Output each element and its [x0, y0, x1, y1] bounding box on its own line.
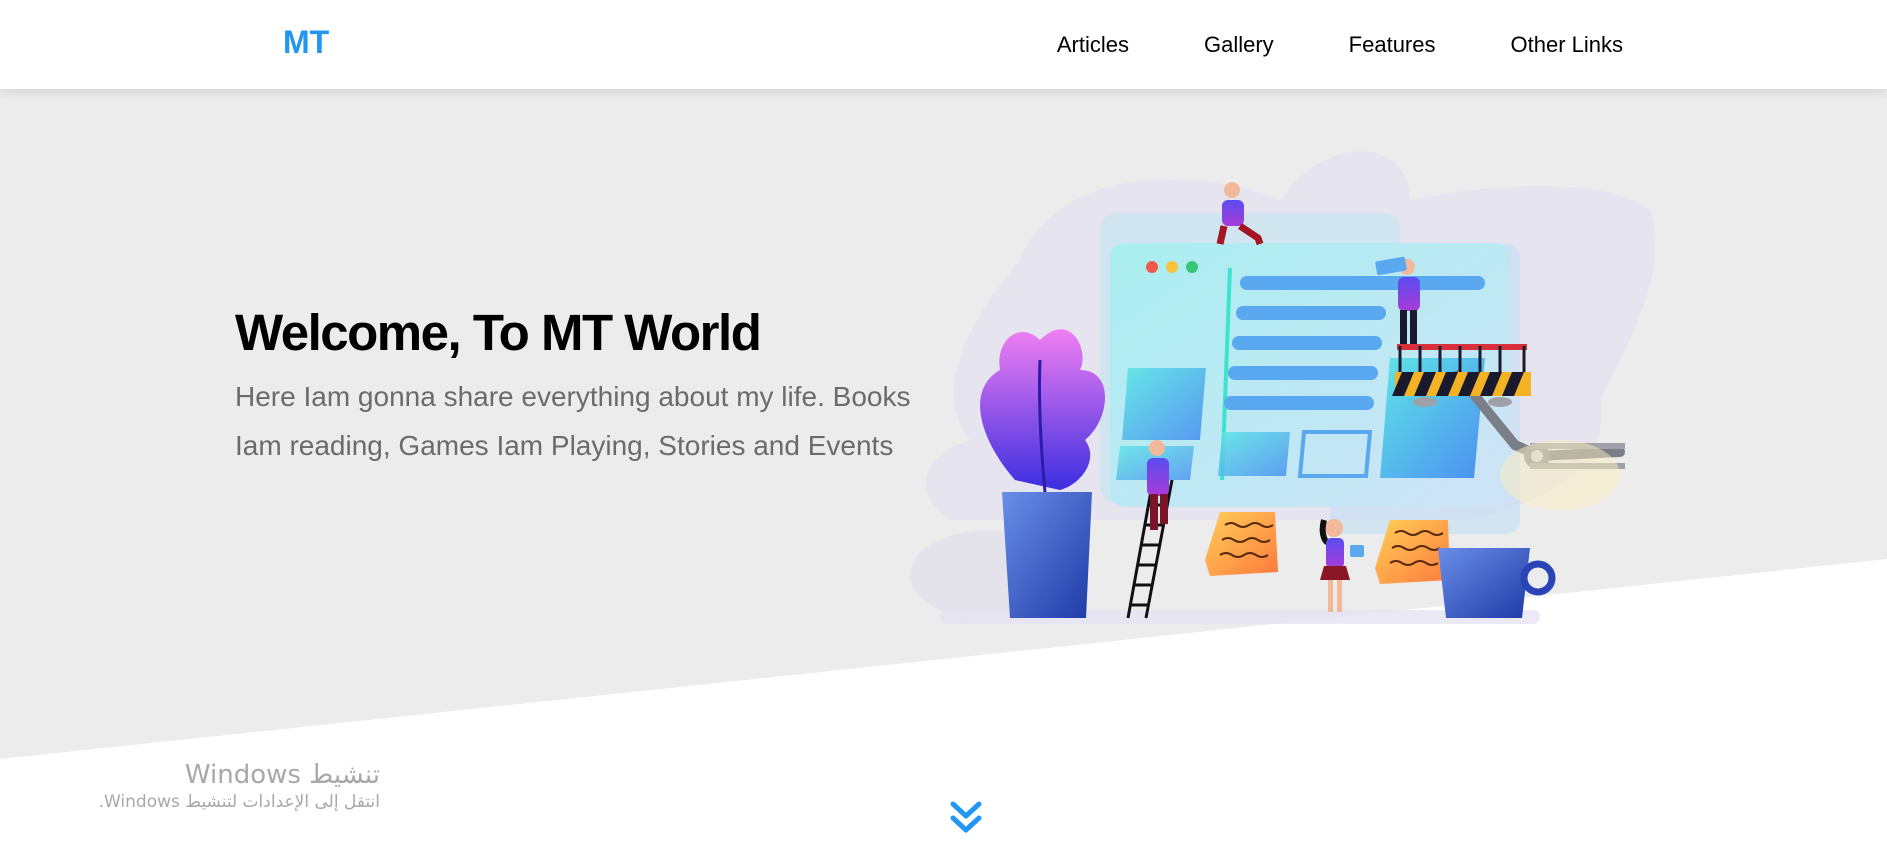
watermark-subtitle: انتقل إلى الإعدادات لتنشيط Windows. — [98, 792, 380, 812]
site-header: MT Articles Gallery Features Other Links — [0, 0, 1887, 89]
nav-articles[interactable]: Articles — [1057, 32, 1129, 58]
hero-content: Welcome, To MT World Here Iam gonna shar… — [235, 300, 935, 470]
web-development-team-illustration — [910, 151, 1656, 624]
logo[interactable]: MT — [283, 24, 329, 61]
hero-description: Here Iam gonna share everything about my… — [235, 381, 911, 461]
main-nav: Articles Gallery Features Other Links — [982, 0, 1623, 89]
nav-features[interactable]: Features — [1349, 32, 1436, 58]
hero-title: Welcome, To MT World — [235, 304, 762, 361]
scroll-down-button[interactable] — [949, 800, 983, 836]
windows-activation-watermark: تنشيط Windows انتقل إلى الإعدادات لتنشيط… — [90, 760, 380, 812]
double-chevron-down-icon — [950, 801, 982, 833]
watermark-title: تنشيط Windows — [184, 760, 380, 790]
nav-gallery[interactable]: Gallery — [1204, 32, 1274, 58]
nav-other-links[interactable]: Other Links — [1511, 32, 1624, 58]
